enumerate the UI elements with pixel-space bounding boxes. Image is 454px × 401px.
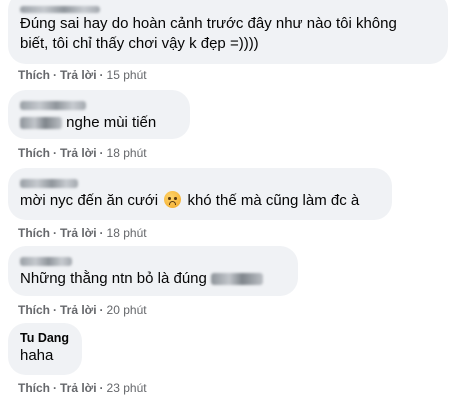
comment-text-row: Những thằng ntn bỏ là đúng bbox=[20, 269, 286, 289]
comment-bubble: Tu Dang haha bbox=[8, 323, 82, 375]
comment-author-blurred[interactable] bbox=[20, 175, 380, 191]
blurred-name bbox=[20, 257, 72, 267]
comment-author[interactable]: Tu Dang bbox=[20, 330, 70, 346]
blurred-name bbox=[20, 6, 100, 14]
like-link[interactable]: Thích bbox=[18, 68, 50, 82]
comment-timestamp[interactable]: 18 phút bbox=[107, 226, 147, 240]
comment-text-row: mời nyc đến ăn cưới khó thế mà cũng làm … bbox=[20, 191, 380, 211]
comment-author-blurred[interactable] bbox=[20, 1, 436, 14]
reply-link[interactable]: Trả lời bbox=[60, 226, 97, 240]
comment-meta: Thích · Trả lời · 18 phút bbox=[18, 145, 147, 161]
comment-text-row: nghe mùi tiến bbox=[20, 113, 178, 133]
blurred-mention bbox=[211, 273, 264, 286]
like-link[interactable]: Thích bbox=[18, 303, 50, 317]
comment-meta: Thích · Trả lời · 18 phút bbox=[18, 225, 147, 241]
comment-text: Đúng sai hay do hoàn cảnh trước đây như … bbox=[20, 15, 397, 32]
comment-meta: Thích · Trả lời · 15 phút bbox=[18, 67, 147, 83]
comment-bubble: nghe mùi tiến bbox=[8, 90, 190, 139]
comment-bubble: mời nyc đến ăn cưới khó thế mà cũng làm … bbox=[8, 168, 392, 220]
separator: · bbox=[99, 303, 104, 317]
comment-text: Những thằng ntn bỏ là đúng bbox=[20, 270, 207, 287]
like-link[interactable]: Thích bbox=[18, 381, 50, 395]
comment-text: biết, tôi chỉ thấy chơi vậy k đẹp =)))) bbox=[20, 35, 259, 52]
comment-text: nghe mùi tiến bbox=[66, 114, 157, 131]
separator: · bbox=[53, 146, 57, 160]
comment-text: haha bbox=[20, 347, 54, 364]
like-link[interactable]: Thích bbox=[18, 146, 50, 160]
comment-bubble: Những thằng ntn bỏ là đúng bbox=[8, 246, 298, 296]
comment-timestamp[interactable]: 18 phút bbox=[107, 146, 147, 160]
separator: · bbox=[99, 68, 104, 82]
comment-text: mời nyc đến ăn cưới bbox=[20, 192, 159, 209]
comment-thread: Đúng sai hay do hoàn cảnh trước đây như … bbox=[0, 0, 454, 401]
like-link[interactable]: Thích bbox=[18, 226, 50, 240]
reply-link[interactable]: Trả lời bbox=[60, 146, 97, 160]
comment-timestamp[interactable]: 20 phút bbox=[107, 303, 147, 317]
separator: · bbox=[99, 381, 104, 395]
comment-meta: Thích · Trả lời · 20 phút bbox=[18, 302, 147, 318]
comment-author-blurred[interactable] bbox=[20, 97, 178, 113]
separator: · bbox=[53, 303, 57, 317]
reply-link[interactable]: Trả lời bbox=[60, 303, 97, 317]
separator: · bbox=[53, 381, 57, 395]
comment-author-blurred[interactable] bbox=[20, 253, 286, 269]
comment-timestamp[interactable]: 15 phút bbox=[107, 68, 147, 82]
blurred-name bbox=[20, 179, 78, 189]
comment-bubble: Đúng sai hay do hoàn cảnh trước đây như … bbox=[8, 0, 448, 64]
sad-face-icon bbox=[164, 191, 182, 208]
blurred-mention bbox=[20, 117, 62, 130]
separator: · bbox=[99, 226, 104, 240]
comment-text: khó thế mà cũng làm đc à bbox=[187, 192, 360, 209]
blurred-name bbox=[20, 101, 86, 111]
reply-link[interactable]: Trả lời bbox=[60, 68, 97, 82]
comment-meta: Thích · Trả lời · 23 phút bbox=[18, 380, 147, 396]
reply-link[interactable]: Trả lời bbox=[60, 381, 97, 395]
comment-timestamp[interactable]: 23 phút bbox=[107, 381, 147, 395]
separator: · bbox=[53, 68, 57, 82]
separator: · bbox=[99, 146, 104, 160]
separator: · bbox=[53, 226, 57, 240]
